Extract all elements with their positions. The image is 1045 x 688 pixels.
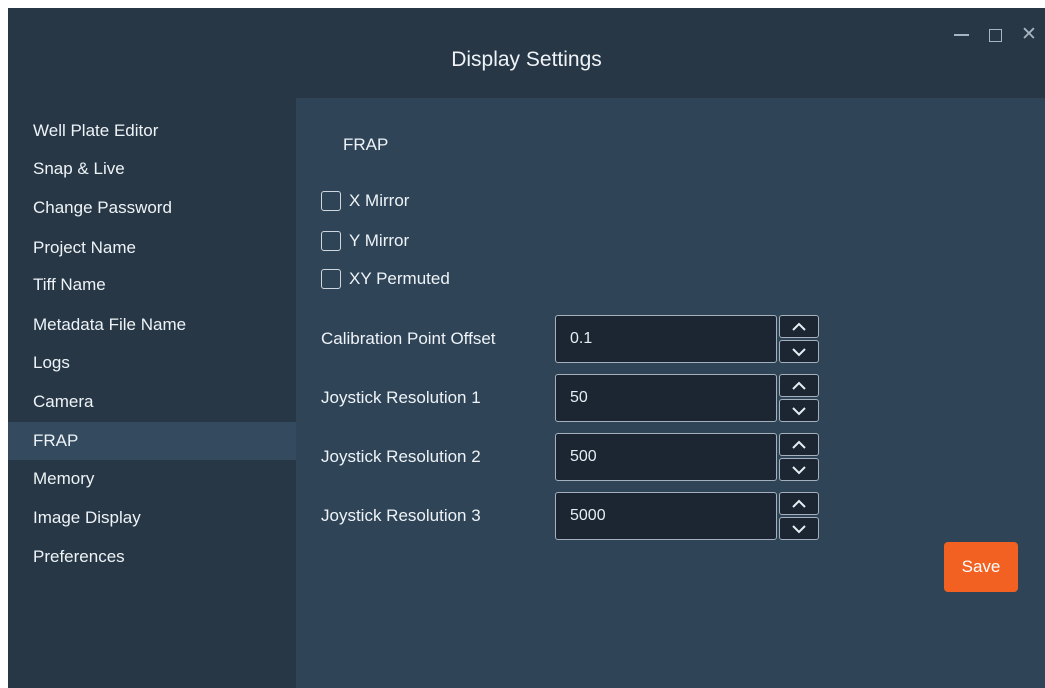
decrement-button[interactable] (779, 399, 819, 422)
sidebar-item-logs[interactable]: Logs (8, 344, 296, 382)
xy-permuted-checkbox[interactable]: XY Permuted (321, 267, 450, 291)
decrement-button[interactable] (779, 458, 819, 481)
sidebar-item-metadata-file-name[interactable]: Metadata File Name (8, 306, 296, 344)
joystick-resolution-3-stepper (779, 492, 819, 540)
display-settings-window: Display Settings ✕ Well Plate Editor Sna… (8, 8, 1045, 688)
joystick-resolution-1-stepper (779, 374, 819, 422)
increment-button[interactable] (779, 492, 819, 515)
chevron-up-icon (792, 499, 806, 508)
sidebar-item-camera[interactable]: Camera (8, 383, 296, 421)
sidebar-item-snap-live[interactable]: Snap & Live (8, 150, 296, 188)
joystick-resolution-1-input[interactable] (555, 374, 777, 422)
sidebar-item-image-display[interactable]: Image Display (8, 499, 296, 537)
decrement-button[interactable] (779, 340, 819, 363)
increment-button[interactable] (779, 433, 819, 456)
minimize-icon (953, 34, 969, 36)
y-mirror-checkbox[interactable]: Y Mirror (321, 229, 409, 253)
calibration-point-offset-label: Calibration Point Offset (321, 329, 496, 348)
sidebar-item-project-name[interactable]: Project Name (8, 229, 296, 267)
joystick-resolution-1-label: Joystick Resolution 1 (321, 388, 481, 407)
joystick-resolution-2-label: Joystick Resolution 2 (321, 447, 481, 466)
close-icon: ✕ (1021, 24, 1037, 45)
frap-settings-panel: FRAP X Mirror Y Mirror XY Permuted Calib… (296, 98, 1045, 688)
increment-button[interactable] (779, 315, 819, 338)
calibration-point-offset-input[interactable] (555, 315, 777, 363)
section-title: FRAP (343, 135, 389, 154)
sidebar-item-change-password[interactable]: Change Password (8, 189, 296, 227)
x-mirror-label: X Mirror (349, 191, 410, 210)
sidebar-item-preferences[interactable]: Preferences (8, 538, 296, 576)
calibration-point-offset-stepper (779, 315, 819, 363)
y-mirror-label: Y Mirror (349, 231, 410, 250)
maximize-icon (988, 28, 1002, 42)
sidebar-item-tiff-name[interactable]: Tiff Name (8, 266, 296, 304)
joystick-resolution-3-label: Joystick Resolution 3 (321, 506, 481, 525)
x-mirror-checkbox[interactable]: X Mirror (321, 189, 409, 213)
checkbox-box[interactable] (321, 269, 341, 289)
joystick-resolution-2-input[interactable] (555, 433, 777, 481)
chevron-up-icon (792, 440, 806, 449)
checkbox-box[interactable] (321, 191, 341, 211)
checkbox-box[interactable] (321, 231, 341, 251)
chevron-up-icon (792, 322, 806, 331)
chevron-down-icon (792, 406, 806, 415)
xy-permuted-label: XY Permuted (349, 269, 450, 288)
joystick-resolution-3-input[interactable] (555, 492, 777, 540)
increment-button[interactable] (779, 374, 819, 397)
chevron-down-icon (792, 347, 806, 356)
joystick-resolution-2-stepper (779, 433, 819, 481)
save-button[interactable]: Save (944, 542, 1018, 592)
decrement-button[interactable] (779, 517, 819, 540)
sidebar-item-well-plate-editor[interactable]: Well Plate Editor (8, 112, 296, 150)
minimize-button[interactable] (950, 24, 972, 46)
chevron-up-icon (792, 381, 806, 390)
maximize-button[interactable] (984, 24, 1006, 46)
sidebar-item-memory[interactable]: Memory (8, 460, 296, 498)
sidebar-item-frap[interactable]: FRAP (8, 422, 296, 460)
close-button[interactable]: ✕ (1018, 24, 1040, 46)
title-bar: Display Settings ✕ (8, 8, 1045, 98)
window-title: Display Settings (451, 48, 602, 71)
chevron-down-icon (792, 465, 806, 474)
chevron-down-icon (792, 524, 806, 533)
settings-sidebar: Well Plate Editor Snap & Live Change Pas… (8, 98, 296, 688)
